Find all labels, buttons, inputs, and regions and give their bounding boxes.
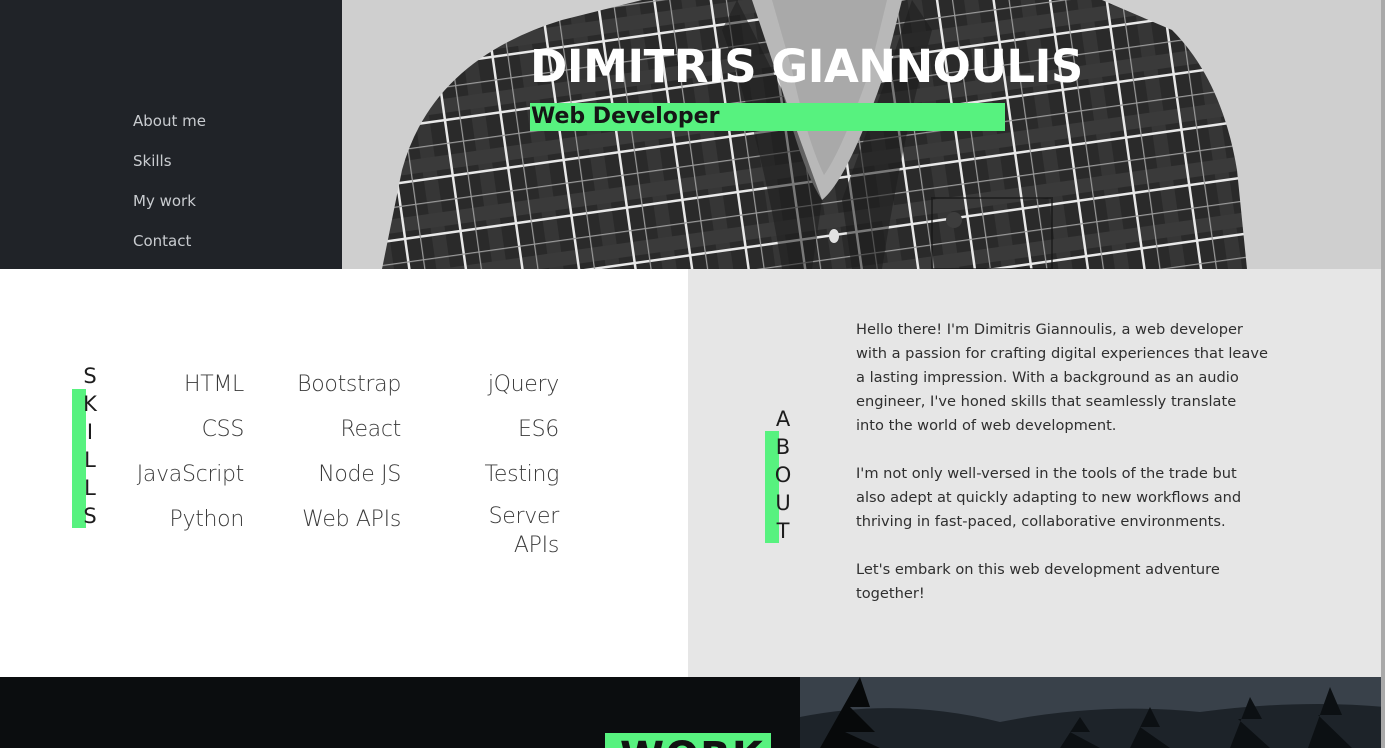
about-heading-letter: U <box>775 491 791 515</box>
skill-item: Testing <box>484 462 560 487</box>
skills-column-1: HTML CSS JavaScript Python <box>130 367 245 547</box>
skills-heading-letter: I <box>86 420 94 444</box>
work-heading: WORK <box>620 733 764 748</box>
page-scrollbar[interactable] <box>1381 0 1385 748</box>
skills-section: S K I L L S HTML CSS JavaScript Python B… <box>0 269 688 677</box>
skills-column-2: Bootstrap React Node JS Web APIs <box>290 367 401 547</box>
skill-item: CSS <box>201 417 245 442</box>
skill-item: Web APIs <box>302 507 401 532</box>
about-paragraph: I'm not only well-versed in the tools of… <box>856 465 1242 530</box>
about-section: A B O U T Hello there! I'm Dimitris Gian… <box>688 269 1385 677</box>
hero-section: About me Skills My work Contact DIMITRIS… <box>0 0 1385 269</box>
work-section: WORK <box>0 677 1385 748</box>
nav-item-work[interactable]: My work <box>133 190 206 230</box>
skill-item: Node JS <box>318 462 401 487</box>
skills-heading-letter: L <box>84 448 96 472</box>
skill-item: Bootstrap <box>297 372 401 397</box>
about-heading-letter: B <box>775 435 791 459</box>
sidebar: About me Skills My work Contact <box>0 0 342 269</box>
nav-item-skills[interactable]: Skills <box>133 150 206 190</box>
hero-role: Web Developer <box>531 104 720 129</box>
skills-heading-letter: S <box>83 364 97 388</box>
about-heading: A B O U T <box>771 405 795 545</box>
skills-heading-letter: S <box>83 504 97 528</box>
skills-heading-letter: L <box>84 476 96 500</box>
hero-name: DIMITRIS GIANNOULIS <box>530 40 1083 93</box>
skills-column-3: jQuery ES6 Testing Server APIs <box>470 367 560 558</box>
about-paragraph: Let's embark on this web development adv… <box>856 561 1220 602</box>
skill-item: Server APIs <box>488 504 560 558</box>
skill-item: JavaScript <box>136 462 245 487</box>
about-heading-letter: A <box>775 407 791 431</box>
skill-item: jQuery <box>487 372 559 397</box>
skills-heading-letter: K <box>83 392 97 416</box>
about-heading-letter: T <box>776 519 790 543</box>
about-text: Hello there! I'm Dimitris Giannoulis, a … <box>856 318 1268 630</box>
about-paragraph: Hello there! I'm Dimitris Giannoulis, a … <box>856 321 1268 434</box>
nav-item-contact[interactable]: Contact <box>133 230 206 270</box>
skills-heading: S K I L L S <box>78 362 102 530</box>
skill-item: HTML <box>183 372 244 397</box>
skill-item: Python <box>169 507 245 532</box>
skill-item: ES6 <box>518 417 559 442</box>
skill-item: React <box>340 417 401 442</box>
about-heading-letter: O <box>774 463 792 487</box>
main-nav: About me Skills My work Contact <box>133 110 206 270</box>
nav-item-about[interactable]: About me <box>133 110 206 150</box>
